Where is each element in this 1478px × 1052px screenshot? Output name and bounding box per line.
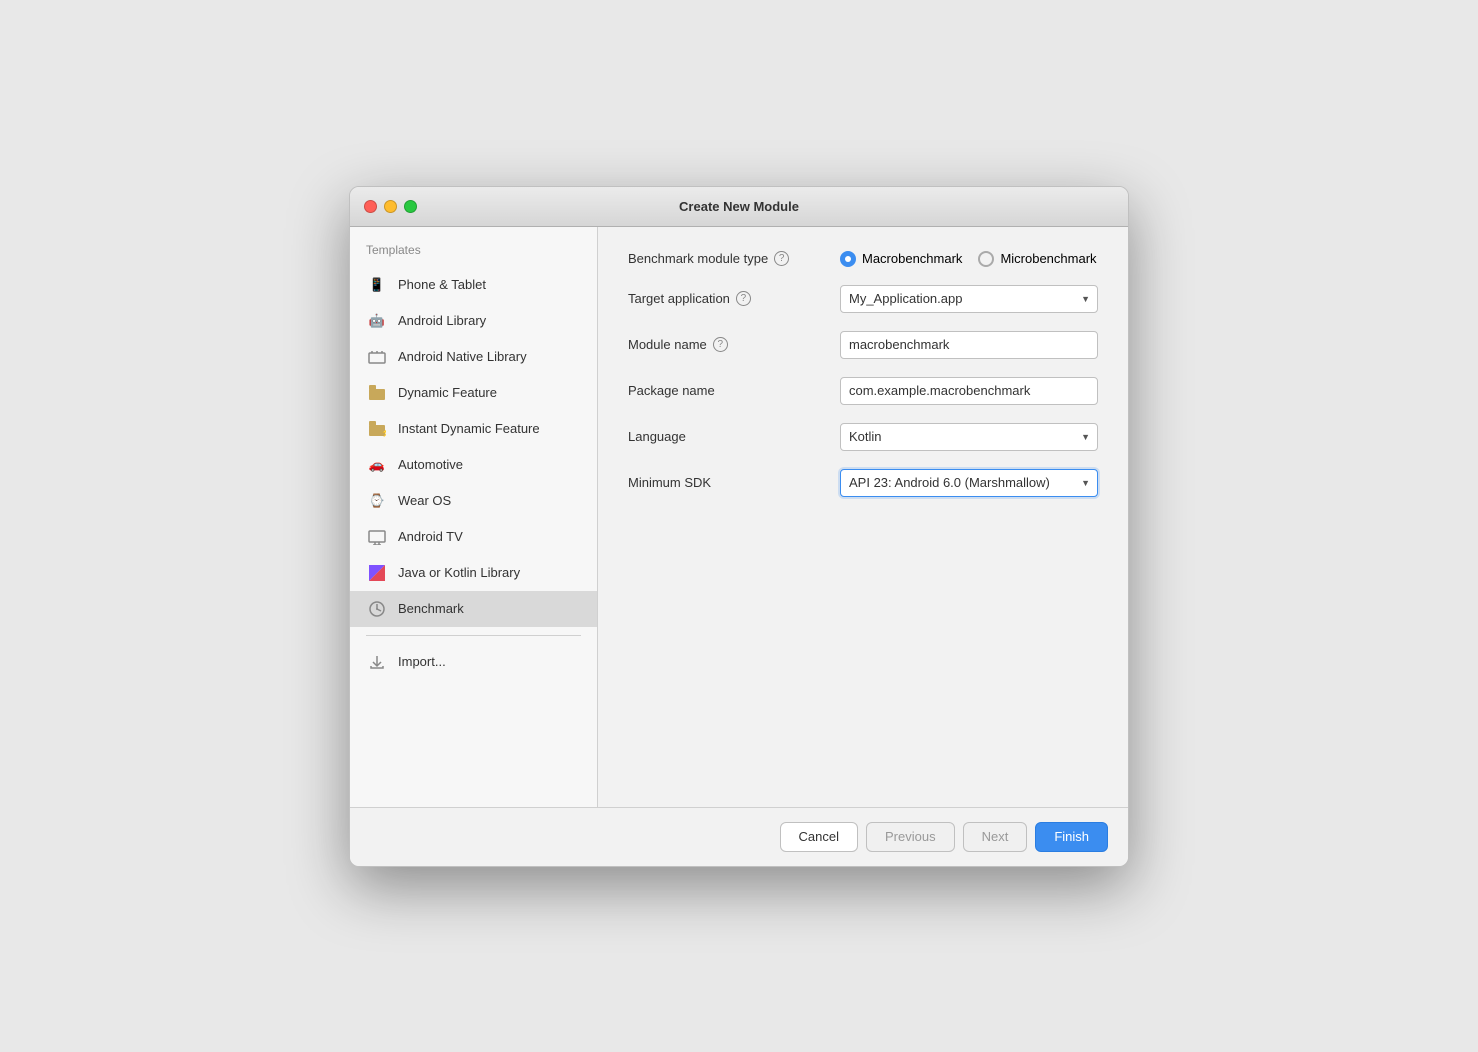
radio-micro-circle <box>978 251 994 267</box>
maximize-button[interactable] <box>404 200 417 213</box>
min-sdk-select-wrapper: API 21: Android 5.0 (Lollipop) API 22: A… <box>840 469 1098 497</box>
dialog-window: Create New Module Templates 📱 Phone & Ta… <box>349 186 1129 867</box>
target-app-help-icon[interactable]: ? <box>736 291 751 306</box>
language-label: Language <box>628 429 828 444</box>
sidebar-item-instant-dynamic[interactable]: ⚡ Instant Dynamic Feature <box>350 411 597 447</box>
close-button[interactable] <box>364 200 377 213</box>
benchmark-type-label: Benchmark module type ? <box>628 251 828 266</box>
finish-button[interactable]: Finish <box>1035 822 1108 852</box>
sidebar-item-label: Dynamic Feature <box>398 385 497 400</box>
module-name-help-icon[interactable]: ? <box>713 337 728 352</box>
target-app-select[interactable]: My_Application.app <box>840 285 1098 313</box>
module-name-input[interactable] <box>840 331 1098 359</box>
form-row-module-name: Module name ? <box>628 331 1098 359</box>
sidebar-item-dynamic-feature[interactable]: Dynamic Feature <box>350 375 597 411</box>
sidebar-item-phone-tablet[interactable]: 📱 Phone & Tablet <box>350 267 597 303</box>
svg-text:⚡: ⚡ <box>381 426 386 437</box>
target-app-label: Target application ? <box>628 291 828 306</box>
sidebar-item-android-library[interactable]: 🤖 Android Library <box>350 303 597 339</box>
auto-icon: 🚗 <box>366 454 388 476</box>
sidebar-item-label: Android TV <box>398 529 463 544</box>
instant-icon: ⚡ <box>366 418 388 440</box>
sidebar-item-label: Benchmark <box>398 601 464 616</box>
titlebar: Create New Module <box>350 187 1128 227</box>
form-row-language: Language Kotlin Java <box>628 423 1098 451</box>
sidebar-item-label: Android Library <box>398 313 486 328</box>
package-name-input[interactable] <box>840 377 1098 405</box>
wearos-icon: ⌚ <box>366 490 388 512</box>
target-app-select-wrapper: My_Application.app <box>840 285 1098 313</box>
sidebar-item-label: Import... <box>398 654 446 669</box>
dynamic-icon <box>366 382 388 404</box>
radio-micro-label: Microbenchmark <box>1000 251 1096 266</box>
phone-icon: 📱 <box>366 274 388 296</box>
sidebar-item-label: Java or Kotlin Library <box>398 565 520 580</box>
sidebar-item-label: Automotive <box>398 457 463 472</box>
radio-macro-label: Macrobenchmark <box>862 251 962 266</box>
sidebar-item-label: Wear OS <box>398 493 451 508</box>
kotlin-icon <box>366 562 388 584</box>
previous-button[interactable]: Previous <box>866 822 955 852</box>
titlebar-buttons <box>364 200 417 213</box>
android-icon: 🤖 <box>366 310 388 332</box>
module-name-label: Module name ? <box>628 337 828 352</box>
sidebar: Templates 📱 Phone & Tablet 🤖 Android Lib… <box>350 227 598 807</box>
radio-microbenchmark[interactable]: Microbenchmark <box>978 251 1096 267</box>
benchmark-type-radio-group: Macrobenchmark Microbenchmark <box>840 251 1097 267</box>
language-select[interactable]: Kotlin Java <box>840 423 1098 451</box>
benchmark-icon <box>366 598 388 620</box>
sidebar-item-android-native[interactable]: Android Native Library <box>350 339 597 375</box>
min-sdk-label: Minimum SDK <box>628 475 828 490</box>
radio-macro-circle <box>840 251 856 267</box>
sidebar-item-import[interactable]: Import... <box>350 644 597 680</box>
next-button[interactable]: Next <box>963 822 1028 852</box>
import-icon <box>366 651 388 673</box>
sidebar-divider <box>366 635 581 636</box>
native-icon <box>366 346 388 368</box>
sidebar-item-automotive[interactable]: 🚗 Automotive <box>350 447 597 483</box>
sidebar-item-wear-os[interactable]: ⌚ Wear OS <box>350 483 597 519</box>
radio-macrobenchmark[interactable]: Macrobenchmark <box>840 251 962 267</box>
benchmark-type-help-icon[interactable]: ? <box>774 251 789 266</box>
dialog-content: Templates 📱 Phone & Tablet 🤖 Android Lib… <box>350 227 1128 807</box>
sidebar-item-label: Android Native Library <box>398 349 527 364</box>
language-select-wrapper: Kotlin Java <box>840 423 1098 451</box>
form-row-target-app: Target application ? My_Application.app <box>628 285 1098 313</box>
sidebar-item-label: Phone & Tablet <box>398 277 486 292</box>
dialog-footer: Cancel Previous Next Finish <box>350 807 1128 866</box>
sidebar-item-java-kotlin[interactable]: Java or Kotlin Library <box>350 555 597 591</box>
dialog-title: Create New Module <box>679 199 799 214</box>
min-sdk-select[interactable]: API 21: Android 5.0 (Lollipop) API 22: A… <box>840 469 1098 497</box>
form-row-benchmark-type: Benchmark module type ? Macrobenchmark M… <box>628 251 1098 267</box>
minimize-button[interactable] <box>384 200 397 213</box>
package-name-label: Package name <box>628 383 828 398</box>
sidebar-item-android-tv[interactable]: Android TV <box>350 519 597 555</box>
sidebar-item-benchmark[interactable]: Benchmark <box>350 591 597 627</box>
sidebar-section-label: Templates <box>350 243 597 267</box>
main-content: Benchmark module type ? Macrobenchmark M… <box>598 227 1128 807</box>
cancel-button[interactable]: Cancel <box>780 822 858 852</box>
form-row-min-sdk: Minimum SDK API 21: Android 5.0 (Lollipo… <box>628 469 1098 497</box>
sidebar-item-label: Instant Dynamic Feature <box>398 421 540 436</box>
tv-icon <box>366 526 388 548</box>
form-row-package-name: Package name <box>628 377 1098 405</box>
